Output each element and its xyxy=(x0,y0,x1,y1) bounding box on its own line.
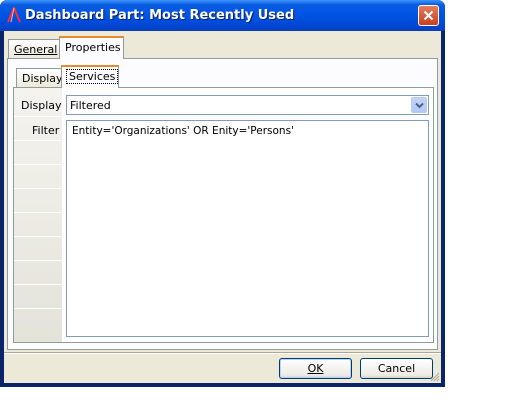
tab-properties[interactable]: Properties xyxy=(59,36,124,59)
display-select[interactable]: Filtered xyxy=(66,95,429,115)
divider xyxy=(14,308,62,309)
resize-grip-icon[interactable] xyxy=(428,370,440,382)
filter-label: Filter xyxy=(32,124,60,137)
dropdown-button[interactable] xyxy=(411,97,427,113)
app-logo-icon xyxy=(7,7,21,23)
chevron-down-icon xyxy=(414,102,424,108)
subtab-services[interactable]: Services xyxy=(61,65,119,88)
dialog-window: Dashboard Part: Most Recently Used Gener… xyxy=(0,0,445,387)
close-button[interactable] xyxy=(418,5,439,26)
close-icon xyxy=(423,10,434,21)
subtab-display-label: Display xyxy=(22,72,63,85)
services-panel: Display Filtered Filter Entity='Organiza… xyxy=(13,87,434,343)
divider xyxy=(14,236,62,237)
subtab-services-label: Services xyxy=(65,69,119,84)
tab-general-label: General xyxy=(14,43,58,56)
display-select-value: Filtered xyxy=(70,99,111,112)
filter-textarea[interactable]: Entity='Organizations' OR Enity='Persons… xyxy=(66,120,429,337)
filter-text: Entity='Organizations' OR Enity='Persons… xyxy=(72,125,294,137)
window-title: Dashboard Part: Most Recently Used xyxy=(25,8,295,23)
divider xyxy=(14,164,62,165)
display-label: Display xyxy=(21,99,62,112)
title-bar[interactable]: Dashboard Part: Most Recently Used xyxy=(0,0,445,31)
ok-button-label: OK xyxy=(307,362,324,375)
divider xyxy=(14,116,62,117)
cancel-button[interactable]: Cancel xyxy=(360,358,433,379)
divider xyxy=(14,284,62,285)
tab-general[interactable]: General xyxy=(8,39,60,58)
cancel-button-label: Cancel xyxy=(377,362,416,375)
subtab-display[interactable]: Display xyxy=(16,68,63,87)
separator xyxy=(4,352,441,354)
divider xyxy=(14,212,62,213)
divider xyxy=(14,188,62,189)
tab-properties-label: Properties xyxy=(65,41,121,54)
dialog-body: General Properties Display Services Disp… xyxy=(4,31,441,383)
ok-button[interactable]: OK xyxy=(279,358,352,379)
divider xyxy=(14,260,62,261)
divider xyxy=(14,140,62,141)
